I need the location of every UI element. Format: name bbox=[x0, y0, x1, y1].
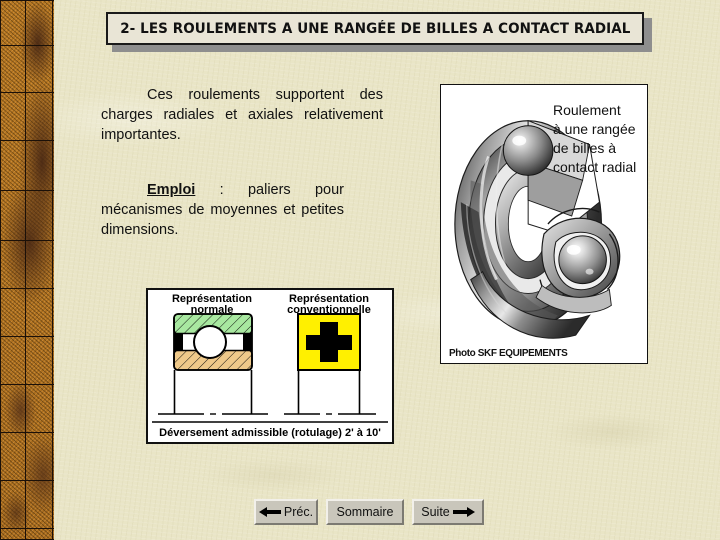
summary-button-label: Sommaire bbox=[336, 505, 394, 519]
emploi-separator: : bbox=[195, 182, 248, 198]
arrow-right-icon bbox=[452, 507, 475, 517]
decorative-left-band bbox=[0, 0, 54, 540]
previous-button[interactable]: Préc. bbox=[254, 499, 318, 525]
photo-callout-line-3: de billes à bbox=[553, 140, 617, 156]
slide-canvas: 2- LES ROULEMENTS A UNE RANGÉE DE BILLES… bbox=[0, 0, 720, 540]
bearing-representation-diagram: Représentation normale Représentation co… bbox=[146, 288, 394, 444]
summary-button[interactable]: Sommaire bbox=[326, 499, 404, 525]
photo-callout-label: Roulement à une rangée de billes à conta… bbox=[553, 101, 636, 177]
diagram-caption: Déversement admissible (rotulage) 2' à 1… bbox=[159, 427, 381, 439]
photo-credit-caption: Photo SKF EQUIPEMENTS bbox=[449, 347, 568, 359]
emploi-label: Emploi bbox=[147, 182, 196, 198]
page-title: 2- LES ROULEMENTS A UNE RANGÉE DE BILLES… bbox=[106, 12, 644, 45]
page-title-text: 2- LES ROULEMENTS A UNE RANGÉE DE BILLES… bbox=[119, 20, 631, 37]
next-button-label: Suite bbox=[421, 505, 450, 519]
diagram-heading-right-line-2: conventionnelle bbox=[287, 304, 371, 316]
previous-button-label: Préc. bbox=[283, 505, 314, 519]
photo-callout-line-2: à une rangée bbox=[553, 121, 636, 137]
bearing-photo-panel: Roulement à une rangée de billes à conta… bbox=[440, 84, 648, 364]
diagram-heading-left-line-2: normale bbox=[191, 304, 234, 316]
diagram-svg: Représentation normale Représentation co… bbox=[148, 290, 392, 442]
paragraph-charges: Ces roulements supportent des charges ra… bbox=[101, 87, 383, 143]
photo-callout-line-4: contact radial bbox=[553, 159, 637, 175]
photo-callout-line-1: Roulement bbox=[553, 102, 621, 118]
arrow-left-icon bbox=[258, 507, 281, 517]
next-button[interactable]: Suite bbox=[412, 499, 484, 525]
paragraph-emploi: Emploi : paliers pour mécanismes de moye… bbox=[101, 180, 344, 240]
